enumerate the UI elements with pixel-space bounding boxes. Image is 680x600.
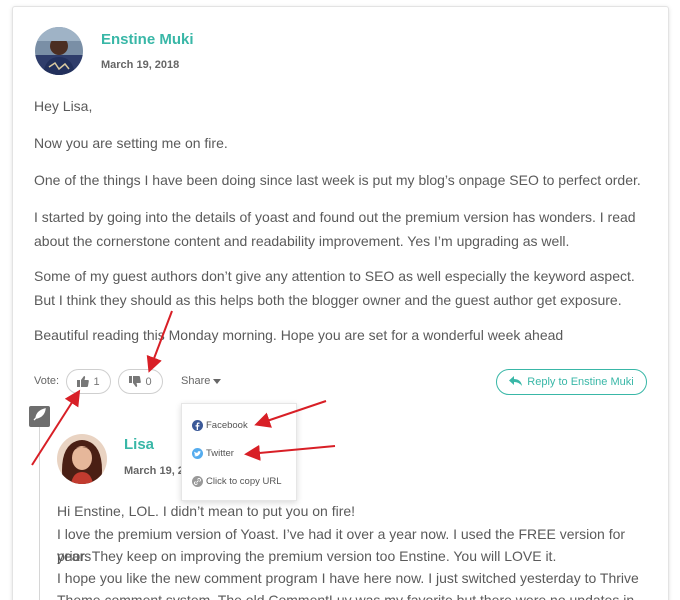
caret-down-icon (213, 375, 222, 387)
thread-badge (29, 406, 50, 427)
reply-button[interactable]: Reply to Enstine Muki (496, 369, 647, 395)
twitter-icon (192, 448, 203, 459)
comment-paragraph: Some of my guest authors don’t give any … (34, 268, 635, 308)
reply-line: Hi Enstine, LOL. I didn’t mean to put yo… (57, 503, 356, 519)
comment-paragraph: I started by going into the details of y… (34, 209, 636, 249)
share-menu: Facebook Twitter Click to copy URL (181, 403, 297, 501)
downvote-button[interactable]: 0 (118, 369, 163, 394)
vote-label: Vote: (34, 375, 60, 387)
downvote-count: 0 (145, 375, 152, 388)
reply-line: prior. They keep on improving the premiu… (57, 548, 557, 564)
comment-date[interactable]: March 19, 2018 (101, 59, 179, 71)
share-copy-url[interactable]: Click to copy URL (192, 476, 282, 487)
share-facebook[interactable]: Facebook (192, 420, 248, 431)
feather-icon (33, 407, 46, 426)
share-copy-url-label: Click to copy URL (206, 476, 282, 487)
share-facebook-label: Facebook (206, 420, 248, 431)
comment-paragraph: Now you are setting me on fire. (34, 135, 228, 151)
share-twitter-label: Twitter (206, 448, 234, 459)
reply-author-name[interactable]: Lisa (124, 436, 154, 453)
comment-paragraph: Beautiful reading this Monday morning. H… (34, 327, 564, 343)
comment-paragraph: Hey Lisa, (34, 98, 93, 114)
facebook-icon (192, 420, 203, 431)
comment-paragraph: One of the things I have been doing sinc… (34, 172, 641, 188)
thumbs-down-icon (129, 376, 142, 387)
link-icon (192, 476, 203, 487)
upvote-count: 1 (93, 375, 100, 388)
author-avatar (35, 27, 83, 75)
reply-date[interactable]: March 19, 2 (124, 465, 184, 477)
thread-line (39, 426, 40, 600)
share-twitter[interactable]: Twitter (192, 448, 234, 459)
share-label: Share (181, 375, 211, 387)
reply-line: I hope you like the new comment program … (57, 570, 639, 586)
thumbs-up-icon (77, 376, 90, 387)
author-name[interactable]: Enstine Muki (101, 31, 194, 48)
upvote-button[interactable]: 1 (66, 369, 111, 394)
reply-icon (509, 375, 523, 389)
reply-author-avatar (57, 434, 107, 484)
share-button[interactable]: Share (181, 375, 222, 387)
reply-line: Theme comment system. The old CommentLuv… (57, 592, 635, 600)
reply-label: Reply to Enstine Muki (527, 376, 634, 388)
